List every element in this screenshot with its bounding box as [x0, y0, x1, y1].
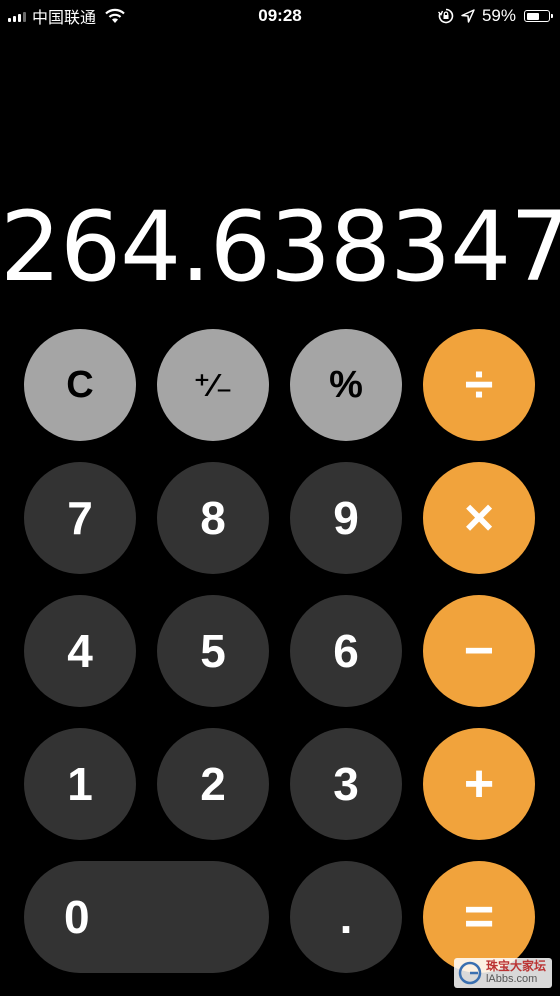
- zero-button[interactable]: 0: [24, 861, 269, 973]
- seven-button[interactable]: 7: [24, 462, 136, 574]
- six-button[interactable]: 6: [290, 595, 402, 707]
- nine-label: 9: [333, 492, 359, 544]
- one-label: 1: [67, 758, 93, 810]
- percent-label: %: [329, 363, 363, 406]
- multiply-label: ×: [463, 489, 495, 547]
- four-button[interactable]: 4: [24, 595, 136, 707]
- plus-label: +: [463, 755, 495, 813]
- three-button[interactable]: 3: [290, 728, 402, 840]
- watermark-url: lAbbs.com: [485, 973, 538, 985]
- watermark-name: 珠宝大家坛: [485, 959, 546, 973]
- battery-percent: 59%: [481, 6, 516, 25]
- calculator-display: 264.638347: [0, 191, 560, 303]
- five-label: 5: [200, 625, 226, 677]
- minus-button[interactable]: −: [423, 595, 535, 707]
- two-button[interactable]: 2: [157, 728, 269, 840]
- decimal-button[interactable]: .: [290, 861, 402, 973]
- equals-label: =: [463, 888, 495, 946]
- watermark: 珠宝大家坛 lAbbs.com: [453, 958, 552, 988]
- watermark-text: 珠宝大家坛 lAbbs.com: [486, 960, 546, 986]
- zero-label: 0: [64, 891, 90, 943]
- clear-button[interactable]: C: [24, 329, 136, 441]
- eight-label: 8: [200, 492, 226, 544]
- divide-label: ÷: [464, 356, 494, 414]
- one-button[interactable]: 1: [24, 728, 136, 840]
- nine-button[interactable]: 9: [290, 462, 402, 574]
- seven-label: 7: [67, 492, 93, 544]
- five-button[interactable]: 5: [157, 595, 269, 707]
- three-label: 3: [333, 758, 359, 810]
- status-bar: 中国联通 09:28 59%: [0, 0, 560, 32]
- status-right: 59%: [437, 5, 553, 27]
- orientation-lock-icon: [437, 8, 454, 24]
- four-label: 4: [67, 625, 93, 677]
- clear-label: C: [66, 363, 94, 406]
- battery-icon: [524, 10, 553, 22]
- minus-label: −: [463, 622, 495, 680]
- watermark-logo-icon: [458, 961, 482, 985]
- eight-button[interactable]: 8: [157, 462, 269, 574]
- two-label: 2: [200, 758, 226, 810]
- equals-button[interactable]: =: [423, 861, 535, 973]
- location-arrow-icon: [461, 9, 475, 23]
- percent-button[interactable]: %: [290, 329, 402, 441]
- plus-button[interactable]: +: [423, 728, 535, 840]
- decimal-label: .: [339, 891, 353, 943]
- plus-minus-label: ⁺∕₋: [193, 367, 233, 403]
- multiply-button[interactable]: ×: [423, 462, 535, 574]
- divide-button[interactable]: ÷: [423, 329, 535, 441]
- battery-level: [526, 12, 539, 20]
- six-label: 6: [333, 625, 359, 677]
- plus-minus-button[interactable]: ⁺∕₋: [157, 329, 269, 441]
